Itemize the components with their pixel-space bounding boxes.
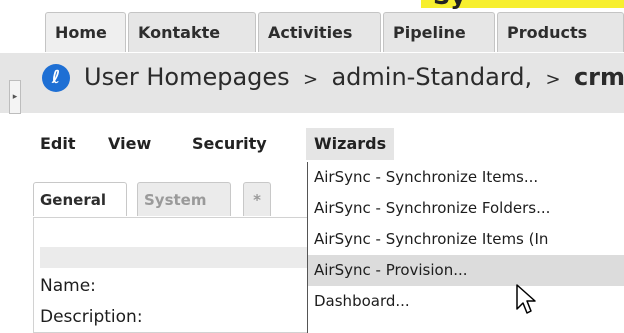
tab-pipeline[interactable]: Pipeline (383, 12, 495, 52)
menu-wizards[interactable]: Wizards (306, 128, 395, 160)
panel-section-band (40, 247, 307, 268)
tab-kontakte[interactable]: Kontakte (128, 12, 256, 52)
menu-bar: Edit View Security Wizards (0, 128, 624, 162)
breadcrumb-item[interactable]: admin-Standard, (331, 63, 532, 91)
top-cutoff-strip: Sy (0, 0, 624, 10)
menu-security[interactable]: Security (192, 128, 267, 160)
tab-general[interactable]: General (33, 182, 127, 216)
tab-system[interactable]: System (137, 182, 231, 216)
sidebar-toggle[interactable]: ▸ (9, 80, 21, 114)
tab-home[interactable]: Home (45, 12, 126, 52)
breadcrumb-item[interactable]: User Homepages (84, 63, 290, 91)
name-label: Name: (40, 276, 96, 296)
breadcrumb-separator: > (297, 69, 324, 90)
menu-item-airsync-sync-folders[interactable]: AirSync - Synchronize Folders... (308, 193, 624, 224)
tab-more[interactable]: * (243, 182, 271, 216)
description-label: Description: (40, 307, 143, 327)
menu-item-dashboard[interactable]: Dashboard... (308, 286, 624, 317)
detail-tabs: General System * (33, 182, 303, 218)
module-tabs: Home Kontakte Activities Pipeline Produc… (45, 12, 624, 54)
tab-activities[interactable]: Activities (258, 12, 381, 52)
highlighted-text: Sy (421, 0, 624, 10)
wizards-dropdown: AirSync - Synchronize Items... AirSync -… (307, 162, 624, 333)
menu-view[interactable]: View (108, 128, 151, 160)
sugar-logo-icon: ℓ (42, 64, 70, 92)
menu-item-airsync-sync-items-in[interactable]: AirSync - Synchronize Items (In (308, 224, 624, 255)
breadcrumb-current: crm (573, 63, 624, 91)
menu-item-airsync-provision[interactable]: AirSync - Provision... (308, 255, 624, 286)
menu-edit[interactable]: Edit (40, 128, 76, 160)
tab-products[interactable]: Products (497, 12, 624, 52)
mouse-cursor-icon (516, 284, 536, 314)
breadcrumb-separator: > (539, 69, 567, 90)
breadcrumb: User Homepages > admin-Standard, > crm (84, 63, 624, 91)
menu-item-airsync-sync-items[interactable]: AirSync - Synchronize Items... (308, 162, 624, 193)
chevron-right-icon: ▸ (12, 92, 18, 102)
